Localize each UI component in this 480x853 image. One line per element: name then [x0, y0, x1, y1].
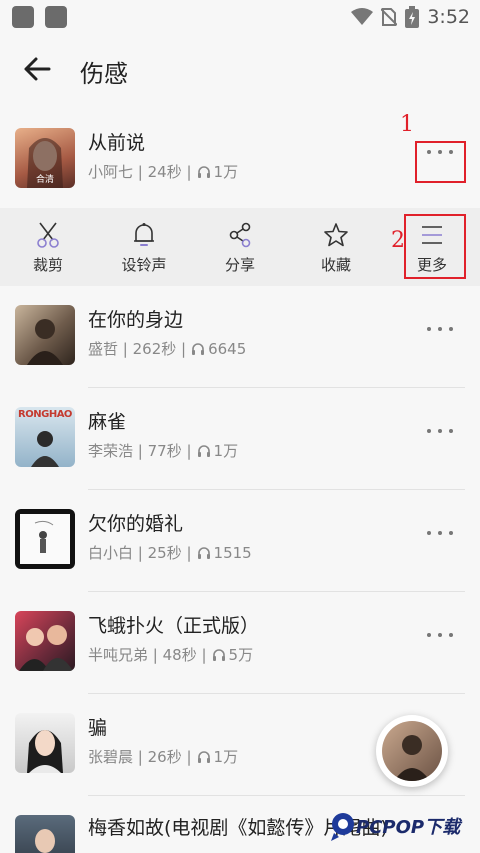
song-title: 飞蛾扑火（正式版）	[88, 615, 260, 637]
cover-text: 合清	[35, 175, 54, 185]
favorite-button[interactable]: 收藏	[288, 208, 384, 286]
album-cover	[15, 713, 75, 773]
mini-player-button[interactable]	[376, 715, 448, 787]
divider	[88, 591, 465, 592]
song-title: 麻雀	[88, 411, 127, 433]
action-label: 分享	[224, 256, 255, 274]
song-title: 欠你的婚礼	[88, 513, 184, 535]
notification-icon	[45, 6, 67, 28]
duration: 25秒	[147, 544, 182, 562]
action-label: 裁剪	[32, 256, 63, 274]
headphones-icon	[192, 342, 205, 355]
scissors-icon	[37, 222, 59, 248]
song-meta: 半吨兄弟 | 48秒 | 5万	[88, 645, 254, 665]
play-count: 6645	[208, 339, 247, 358]
cut-button[interactable]: 裁剪	[0, 208, 96, 286]
share-icon	[229, 222, 251, 248]
play-count: 1万	[213, 163, 239, 181]
play-count: 1515	[213, 543, 252, 562]
more-options-icon[interactable]	[427, 325, 453, 333]
action-label: 收藏	[320, 256, 351, 274]
no-sim-icon	[381, 8, 398, 26]
song-meta: 李荣浩 | 77秒 | 1万	[88, 441, 239, 461]
artist-name: 白小白	[88, 544, 134, 562]
watermark-text: PCPOP下载	[356, 817, 461, 838]
artist-name: 盛哲	[88, 340, 119, 358]
duration: 77秒	[147, 442, 182, 460]
battery-charging-icon	[405, 6, 420, 28]
headphones-icon	[197, 444, 210, 457]
more-options-icon[interactable]	[427, 427, 453, 435]
album-cover: 合清	[15, 128, 75, 188]
more-options-icon[interactable]	[427, 631, 453, 639]
now-playing-cover	[382, 721, 442, 781]
headphones-icon	[197, 750, 210, 763]
album-cover	[15, 509, 75, 569]
clock: 3:52	[427, 6, 470, 28]
divider	[88, 795, 465, 796]
album-cover	[15, 611, 75, 671]
album-cover	[15, 305, 75, 365]
song-title: 从前说	[88, 132, 146, 154]
song-title: 在你的身边	[88, 309, 184, 331]
divider	[88, 489, 465, 490]
page-title: 伤感	[80, 60, 128, 88]
album-cover	[15, 815, 75, 853]
artist-name: 李荣浩	[88, 442, 134, 460]
divider	[88, 693, 465, 694]
headphones-icon	[212, 648, 225, 661]
song-meta: 白小白 | 25秒 | 1515	[88, 543, 252, 563]
song-meta: 张碧晨 | 26秒 | 1万	[88, 747, 239, 767]
album-cover: RONGHAO	[15, 407, 75, 467]
song-title: 骗	[88, 717, 108, 739]
artist-name: 小阿七	[88, 163, 134, 181]
watermark: PCPOP下载	[330, 806, 460, 846]
wifi-icon	[351, 8, 374, 25]
annotation-number: 1	[400, 112, 414, 137]
status-bar: 3:52	[0, 0, 480, 34]
song-meta: 小阿七 | 24秒 | 1万	[88, 162, 239, 182]
divider	[88, 387, 465, 388]
app-bar: 伤感	[0, 40, 480, 100]
duration: 24秒	[147, 163, 182, 181]
artist-name: 张碧晨	[88, 748, 134, 766]
duration: 262秒	[132, 340, 177, 358]
cover-text: RONGHAO	[18, 409, 72, 420]
song-meta: 盛哲 | 262秒 | 6645	[88, 339, 247, 359]
play-count: 5万	[228, 646, 254, 664]
bell-icon	[134, 223, 154, 246]
set-ringtone-button[interactable]: 设铃声	[96, 208, 192, 286]
share-button[interactable]: 分享	[192, 208, 288, 286]
more-options-icon[interactable]	[427, 529, 453, 537]
artist-name: 半吨兄弟	[88, 646, 149, 664]
back-arrow-icon[interactable]	[22, 54, 52, 84]
play-count: 1万	[213, 748, 239, 766]
action-label: 设铃声	[121, 256, 167, 274]
duration: 26秒	[147, 748, 182, 766]
duration: 48秒	[162, 646, 197, 664]
notification-icon	[12, 6, 34, 28]
star-icon	[324, 223, 348, 247]
annotation-number: 2	[391, 228, 405, 253]
headphones-icon	[197, 546, 210, 559]
pcpop-logo-icon	[331, 813, 354, 841]
play-count: 1万	[213, 442, 239, 460]
annotation-highlight-box	[404, 214, 466, 279]
annotation-highlight-box	[415, 141, 466, 183]
headphones-icon	[197, 165, 210, 178]
